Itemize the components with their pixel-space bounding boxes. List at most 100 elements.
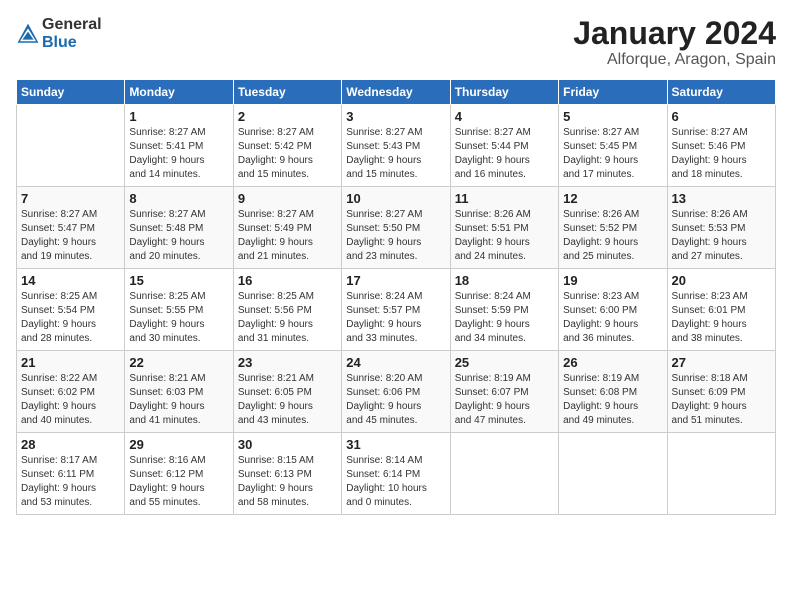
cell-info-text: Sunrise: 8:25 AM Sunset: 5:55 PM Dayligh… <box>129 290 228 346</box>
calendar-cell: 7 Sunrise: 8:27 AM Sunset: 5:47 PM Daylig… <box>17 187 125 269</box>
cell-info-text: Sunrise: 8:22 AM Sunset: 6:02 PM Dayligh… <box>21 372 120 428</box>
logo-blue: Blue <box>42 34 102 52</box>
cell-info-text: Sunrise: 8:19 AM Sunset: 6:07 PM Dayligh… <box>455 372 554 428</box>
cell-info-text: Sunrise: 8:26 AM Sunset: 5:53 PM Dayligh… <box>672 208 771 264</box>
cell-date-number: 17 <box>346 273 445 288</box>
calendar-cell: 22 Sunrise: 8:21 AM Sunset: 6:03 PM Dayli… <box>125 351 233 433</box>
cell-date-number: 14 <box>21 273 120 288</box>
cell-info-text: Sunrise: 8:19 AM Sunset: 6:08 PM Dayligh… <box>563 372 662 428</box>
cell-info-text: Sunrise: 8:25 AM Sunset: 5:56 PM Dayligh… <box>238 290 337 346</box>
calendar-page: General Blue January 2024 Alforque, Arag… <box>0 0 792 612</box>
cell-date-number: 2 <box>238 109 337 124</box>
cell-date-number: 24 <box>346 355 445 370</box>
location-subtitle: Alforque, Aragon, Spain <box>573 51 776 69</box>
calendar-cell: 29 Sunrise: 8:16 AM Sunset: 6:12 PM Dayli… <box>125 433 233 515</box>
calendar-week-row: 7 Sunrise: 8:27 AM Sunset: 5:47 PM Daylig… <box>17 187 776 269</box>
calendar-cell: 26 Sunrise: 8:19 AM Sunset: 6:08 PM Dayli… <box>559 351 667 433</box>
cell-date-number: 31 <box>346 437 445 452</box>
calendar-table: SundayMondayTuesdayWednesdayThursdayFrid… <box>16 79 776 515</box>
cell-date-number: 18 <box>455 273 554 288</box>
calendar-cell: 16 Sunrise: 8:25 AM Sunset: 5:56 PM Dayli… <box>233 269 341 351</box>
cell-info-text: Sunrise: 8:27 AM Sunset: 5:45 PM Dayligh… <box>563 126 662 182</box>
cell-date-number: 8 <box>129 191 228 206</box>
cell-info-text: Sunrise: 8:27 AM Sunset: 5:49 PM Dayligh… <box>238 208 337 264</box>
calendar-cell: 21Sunrise: 8:22 AM Sunset: 6:02 PM Dayli… <box>17 351 125 433</box>
cell-info-text: Sunrise: 8:27 AM Sunset: 5:43 PM Dayligh… <box>346 126 445 182</box>
cell-info-text: Sunrise: 8:27 AM Sunset: 5:46 PM Dayligh… <box>672 126 771 182</box>
calendar-week-row: 14 Sunrise: 8:25 AM Sunset: 5:54 PM Dayli… <box>17 269 776 351</box>
calendar-cell: 30Sunrise: 8:15 AM Sunset: 6:13 PM Dayli… <box>233 433 341 515</box>
cell-info-text: Sunrise: 8:27 AM Sunset: 5:48 PM Dayligh… <box>129 208 228 264</box>
calendar-cell: 23Sunrise: 8:21 AM Sunset: 6:05 PM Dayli… <box>233 351 341 433</box>
cell-date-number: 10 <box>346 191 445 206</box>
month-title: January 2024 <box>573 16 776 51</box>
calendar-week-row: 1 Sunrise: 8:27 AM Sunset: 5:41 PM Daylig… <box>17 105 776 187</box>
calendar-cell: 3 Sunrise: 8:27 AM Sunset: 5:43 PM Daylig… <box>342 105 450 187</box>
cell-info-text: Sunrise: 8:27 AM Sunset: 5:42 PM Dayligh… <box>238 126 337 182</box>
day-header-wednesday: Wednesday <box>342 80 450 105</box>
day-header-saturday: Saturday <box>667 80 775 105</box>
cell-date-number: 29 <box>129 437 228 452</box>
cell-info-text: Sunrise: 8:24 AM Sunset: 5:57 PM Dayligh… <box>346 290 445 346</box>
calendar-cell <box>559 433 667 515</box>
cell-date-number: 15 <box>129 273 228 288</box>
cell-info-text: Sunrise: 8:21 AM Sunset: 6:03 PM Dayligh… <box>129 372 228 428</box>
calendar-cell: 5Sunrise: 8:27 AM Sunset: 5:45 PM Daylig… <box>559 105 667 187</box>
day-header-thursday: Thursday <box>450 80 558 105</box>
cell-date-number: 3 <box>346 109 445 124</box>
calendar-cell: 12Sunrise: 8:26 AM Sunset: 5:52 PM Dayli… <box>559 187 667 269</box>
cell-date-number: 30 <box>238 437 337 452</box>
logo-text: General Blue <box>42 16 102 51</box>
cell-date-number: 20 <box>672 273 771 288</box>
cell-date-number: 13 <box>672 191 771 206</box>
cell-info-text: Sunrise: 8:27 AM Sunset: 5:41 PM Dayligh… <box>129 126 228 182</box>
logo-general: General <box>42 16 102 34</box>
cell-date-number: 16 <box>238 273 337 288</box>
calendar-cell: 4Sunrise: 8:27 AM Sunset: 5:44 PM Daylig… <box>450 105 558 187</box>
calendar-cell: 14 Sunrise: 8:25 AM Sunset: 5:54 PM Dayli… <box>17 269 125 351</box>
calendar-cell: 1 Sunrise: 8:27 AM Sunset: 5:41 PM Daylig… <box>125 105 233 187</box>
calendar-cell: 20Sunrise: 8:23 AM Sunset: 6:01 PM Dayli… <box>667 269 775 351</box>
day-header-sunday: Sunday <box>17 80 125 105</box>
cell-info-text: Sunrise: 8:26 AM Sunset: 5:51 PM Dayligh… <box>455 208 554 264</box>
cell-info-text: Sunrise: 8:17 AM Sunset: 6:11 PM Dayligh… <box>21 454 120 510</box>
cell-info-text: Sunrise: 8:26 AM Sunset: 5:52 PM Dayligh… <box>563 208 662 264</box>
calendar-cell: 10 Sunrise: 8:27 AM Sunset: 5:50 PM Dayli… <box>342 187 450 269</box>
calendar-cell: 24 Sunrise: 8:20 AM Sunset: 6:06 PM Dayli… <box>342 351 450 433</box>
cell-info-text: Sunrise: 8:14 AM Sunset: 6:14 PM Dayligh… <box>346 454 445 510</box>
cell-info-text: Sunrise: 8:18 AM Sunset: 6:09 PM Dayligh… <box>672 372 771 428</box>
cell-date-number: 28 <box>21 437 120 452</box>
cell-date-number: 19 <box>563 273 662 288</box>
cell-date-number: 1 <box>129 109 228 124</box>
calendar-cell: 2 Sunrise: 8:27 AM Sunset: 5:42 PM Daylig… <box>233 105 341 187</box>
cell-date-number: 4 <box>455 109 554 124</box>
cell-info-text: Sunrise: 8:16 AM Sunset: 6:12 PM Dayligh… <box>129 454 228 510</box>
cell-info-text: Sunrise: 8:23 AM Sunset: 6:00 PM Dayligh… <box>563 290 662 346</box>
calendar-week-row: 28 Sunrise: 8:17 AM Sunset: 6:11 PM Dayli… <box>17 433 776 515</box>
calendar-header-row: SundayMondayTuesdayWednesdayThursdayFrid… <box>17 80 776 105</box>
title-block: January 2024 Alforque, Aragon, Spain <box>573 16 776 69</box>
calendar-week-row: 21Sunrise: 8:22 AM Sunset: 6:02 PM Dayli… <box>17 351 776 433</box>
calendar-cell: 31 Sunrise: 8:14 AM Sunset: 6:14 PM Dayli… <box>342 433 450 515</box>
cell-info-text: Sunrise: 8:20 AM Sunset: 6:06 PM Dayligh… <box>346 372 445 428</box>
day-header-friday: Friday <box>559 80 667 105</box>
calendar-cell: 11 Sunrise: 8:26 AM Sunset: 5:51 PM Dayli… <box>450 187 558 269</box>
calendar-cell: 17 Sunrise: 8:24 AM Sunset: 5:57 PM Dayli… <box>342 269 450 351</box>
cell-date-number: 7 <box>21 191 120 206</box>
cell-info-text: Sunrise: 8:27 AM Sunset: 5:50 PM Dayligh… <box>346 208 445 264</box>
calendar-cell: 13 Sunrise: 8:26 AM Sunset: 5:53 PM Dayli… <box>667 187 775 269</box>
cell-date-number: 27 <box>672 355 771 370</box>
logo-icon <box>16 22 40 46</box>
cell-info-text: Sunrise: 8:27 AM Sunset: 5:47 PM Dayligh… <box>21 208 120 264</box>
calendar-cell: 18 Sunrise: 8:24 AM Sunset: 5:59 PM Dayli… <box>450 269 558 351</box>
day-header-monday: Monday <box>125 80 233 105</box>
cell-info-text: Sunrise: 8:24 AM Sunset: 5:59 PM Dayligh… <box>455 290 554 346</box>
calendar-cell: 6Sunrise: 8:27 AM Sunset: 5:46 PM Daylig… <box>667 105 775 187</box>
cell-date-number: 11 <box>455 191 554 206</box>
calendar-cell: 25Sunrise: 8:19 AM Sunset: 6:07 PM Dayli… <box>450 351 558 433</box>
cell-date-number: 22 <box>129 355 228 370</box>
calendar-cell <box>17 105 125 187</box>
cell-date-number: 26 <box>563 355 662 370</box>
cell-info-text: Sunrise: 8:25 AM Sunset: 5:54 PM Dayligh… <box>21 290 120 346</box>
calendar-cell: 9Sunrise: 8:27 AM Sunset: 5:49 PM Daylig… <box>233 187 341 269</box>
